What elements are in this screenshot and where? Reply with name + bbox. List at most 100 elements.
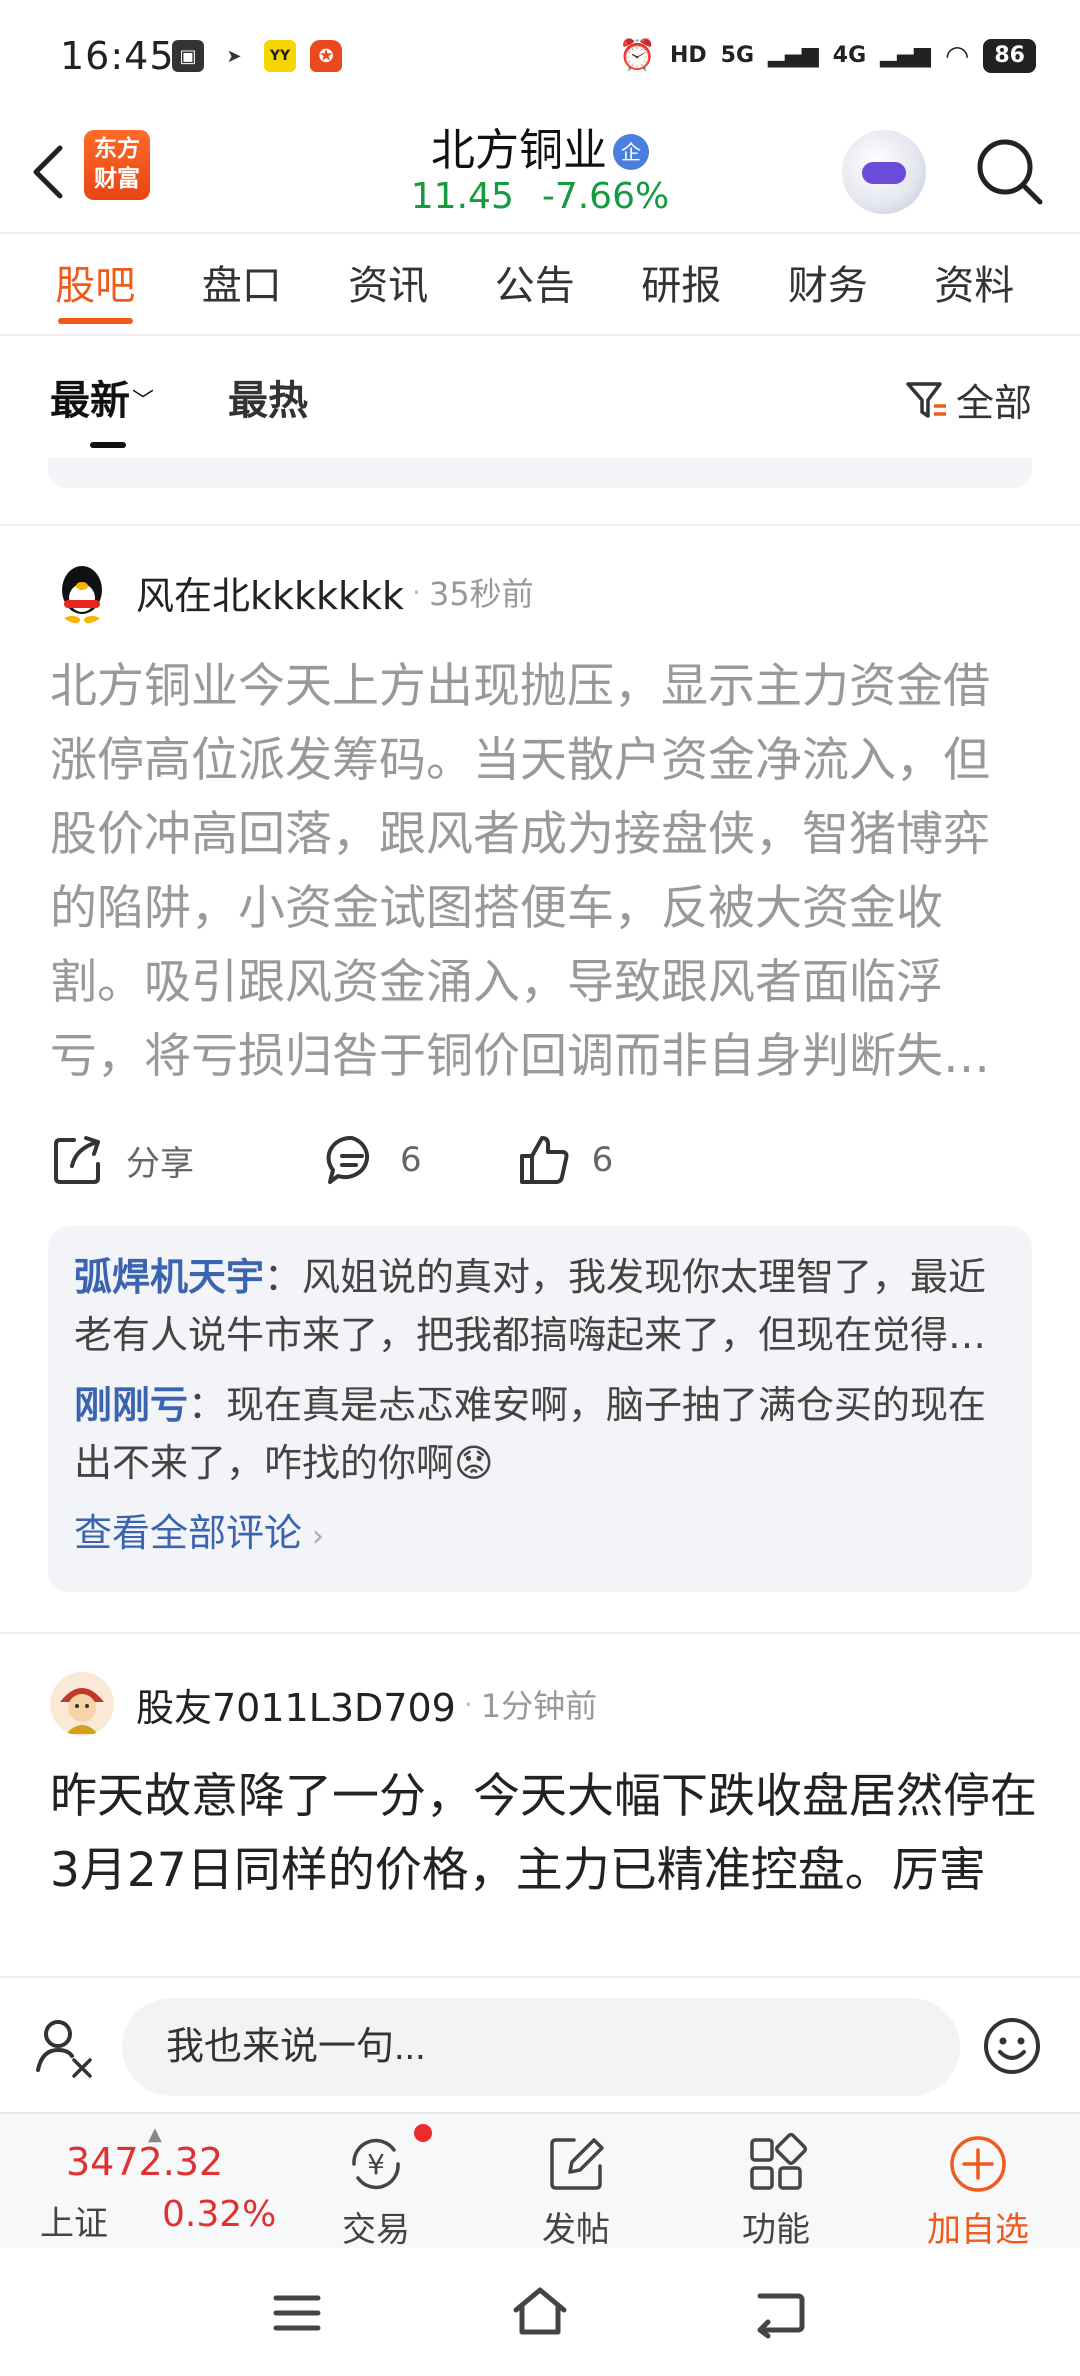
app-notification-icon: ▣ bbox=[172, 40, 204, 72]
nav-trade-label: 交易 bbox=[342, 2210, 410, 2250]
comment-item[interactable]: 刚刚亏：现在真是忐忑难安啊，脑子抽了满仓买的现在出不来了，咋找的你啊😟 bbox=[74, 1376, 1006, 1492]
nav-post-label: 发帖 bbox=[542, 2210, 610, 2250]
comment-author[interactable]: 刚刚亏 bbox=[74, 1383, 188, 1427]
comments-preview: 弧焊机天宇：风姐说的真对，我发现你太理智了，最近老有人说牛市来了，把我都搞嗨起来… bbox=[48, 1226, 1032, 1592]
avatar[interactable] bbox=[50, 1672, 114, 1736]
menu-icon bbox=[273, 2295, 321, 2331]
post-body[interactable]: 昨天故意降了一分，今天大幅下跌收盘居然停在3月27日同样的价格，主力已精准控盘。… bbox=[50, 1760, 1050, 1976]
voice-to-text-icon bbox=[36, 2020, 92, 2078]
post-author[interactable]: 股友7011L3D709 bbox=[136, 1677, 456, 1732]
signal-icon: ▂▄▆ bbox=[768, 43, 819, 68]
battery-icon: 86 bbox=[983, 38, 1036, 73]
edit-icon bbox=[550, 2138, 604, 2190]
search-icon bbox=[977, 139, 1043, 205]
nav-add-watchlist[interactable]: 加自选 bbox=[908, 2124, 1048, 2251]
status-right-icons: ⏰ HD 5G ▂▄▆ 4G ▂▄▆ ◠ 86 bbox=[619, 38, 1036, 73]
tab-announcements[interactable]: 公告 bbox=[462, 236, 609, 334]
home-button[interactable] bbox=[510, 2284, 570, 2344]
share-button[interactable]: 分享 bbox=[50, 1132, 194, 1188]
sort-hot[interactable]: 最热 bbox=[228, 368, 308, 426]
stock-change: -7.66% bbox=[541, 176, 670, 217]
post-author[interactable]: 风在北kkkkkkk bbox=[136, 565, 404, 620]
nav-trade[interactable]: ¥ 交易 bbox=[306, 2124, 446, 2251]
comment-button[interactable]: 6 bbox=[324, 1132, 422, 1188]
comment-input-bar bbox=[0, 1976, 1080, 2112]
comment-text: ：现在真是忐忑难安啊，脑子抽了满仓买的现在出不来了，咋找的你啊😟 bbox=[74, 1383, 987, 1485]
add-circle-icon bbox=[950, 2136, 1006, 2192]
tab-news[interactable]: 资讯 bbox=[315, 236, 462, 334]
comment-item[interactable]: 弧焊机天宇：风姐说的真对，我发现你太理智了，最近老有人说牛市来了，把我都搞嗨起来… bbox=[74, 1248, 1006, 1364]
trade-yen-icon: ¥ bbox=[352, 2138, 400, 2190]
yy-app-icon: YY bbox=[264, 40, 296, 72]
tab-pankou[interactable]: 盘口 bbox=[169, 236, 316, 334]
notification-icons: ▣ ➤ YY ✪ bbox=[172, 40, 342, 72]
sort-latest-label: 最新 bbox=[50, 378, 130, 424]
separator-dot: · bbox=[463, 1687, 473, 1721]
index-change: 0.32% bbox=[162, 2194, 277, 2235]
system-navigation-bar bbox=[0, 2248, 1080, 2376]
comment-author[interactable]: 弧焊机天宇 bbox=[74, 1255, 264, 1299]
wifi-icon: ◠ bbox=[944, 39, 970, 72]
index-name: 上证 bbox=[40, 2204, 108, 2244]
filter-label: 全部 bbox=[955, 381, 1032, 425]
divider bbox=[0, 524, 1080, 526]
back-arrow-icon bbox=[757, 2293, 805, 2339]
tab-finance[interactable]: 财务 bbox=[755, 236, 902, 334]
index-value: 3472.32 bbox=[66, 2140, 224, 2184]
network-4g: 4G bbox=[832, 43, 867, 68]
back-nav-button[interactable] bbox=[752, 2286, 808, 2344]
status-bar: 16:45 ▣ ➤ YY ✪ ⏰ HD 5G ▂▄▆ 4G ▂▄▆ ◠ 86 bbox=[0, 0, 1080, 110]
telegram-icon: ➤ bbox=[226, 45, 242, 67]
penguin-avatar-icon bbox=[50, 560, 114, 624]
signal-icon-2: ▂▄▆ bbox=[880, 43, 931, 68]
nav-post[interactable]: 发帖 bbox=[506, 2124, 646, 2251]
comment-count: 6 bbox=[400, 1140, 422, 1180]
nav-add-watchlist-label: 加自选 bbox=[927, 2210, 1029, 2250]
thumbs-up-icon bbox=[519, 1136, 569, 1184]
stock-name: 北方铜业 bbox=[431, 125, 607, 176]
post-header[interactable]: 风在北kkkkkkk · 35秒前 bbox=[50, 560, 534, 624]
notification-dot bbox=[414, 2124, 432, 2142]
post-header[interactable]: 股友7011L3D709 · 1分钟前 bbox=[50, 1672, 597, 1736]
avatar[interactable] bbox=[50, 560, 114, 624]
view-all-comments-link[interactable]: 查看全部评论 › bbox=[74, 1502, 1006, 1557]
comment-icon bbox=[326, 1135, 370, 1184]
divider bbox=[0, 1632, 1080, 1634]
smiley-icon bbox=[984, 2018, 1040, 2074]
cartoon-avatar-icon bbox=[50, 1672, 114, 1736]
post-time: 1分钟前 bbox=[480, 1687, 598, 1725]
network-5g: 5G bbox=[720, 43, 755, 68]
voice-input-button[interactable] bbox=[34, 2014, 98, 2078]
chevron-right-icon: › bbox=[312, 1519, 325, 1554]
tab-research[interactable]: 研报 bbox=[608, 236, 755, 334]
post-time: 35秒前 bbox=[428, 575, 534, 613]
nav-functions-label: 功能 bbox=[742, 2210, 810, 2250]
menu-button[interactable] bbox=[270, 2286, 324, 2344]
hd-icon: HD bbox=[669, 43, 707, 68]
robot-assistant-icon[interactable] bbox=[842, 130, 926, 214]
view-all-label: 查看全部评论 bbox=[74, 1511, 303, 1555]
stock-header: 东方财富 北方铜业企 11.45 -7.66% bbox=[0, 110, 1080, 234]
nav-functions[interactable]: 功能 bbox=[706, 2124, 846, 2251]
separator-dot: · bbox=[412, 575, 421, 609]
alarm-icon: ⏰ bbox=[618, 38, 656, 73]
enterprise-badge: 企 bbox=[613, 134, 649, 170]
post-actions: 分享 6 6 bbox=[50, 1120, 950, 1200]
comment-input[interactable] bbox=[122, 1998, 960, 2096]
share-icon bbox=[54, 1136, 100, 1184]
like-button[interactable]: 6 bbox=[516, 1132, 614, 1188]
status-time: 16:45 bbox=[60, 34, 175, 78]
taobao-icon: ✪ bbox=[310, 40, 342, 72]
bottom-navigation: ▲ 3472.32 上证 0.32% ¥ 交易 发帖 功能 加自选 bbox=[0, 2112, 1080, 2251]
emoji-button[interactable] bbox=[980, 2014, 1044, 2078]
index-ticker[interactable]: ▲ 3472.32 上证 0.32% bbox=[20, 2114, 280, 2250]
tab-profile[interactable]: 资料 bbox=[901, 236, 1048, 334]
tab-guba[interactable]: 股吧 bbox=[22, 236, 169, 334]
like-count: 6 bbox=[591, 1140, 614, 1180]
post-body[interactable]: 北方铜业今天上方出现抛压，显示主力资金借涨停高位派发筹码。当天散户资金净流入，但… bbox=[50, 650, 1034, 1094]
sort-latest[interactable]: 最新﹀ bbox=[50, 368, 154, 426]
svg-text:¥: ¥ bbox=[367, 2148, 385, 2181]
search-button[interactable] bbox=[970, 132, 1050, 212]
filter-button[interactable]: 全部 bbox=[904, 372, 1032, 427]
stock-price: 11.45 bbox=[410, 176, 514, 217]
